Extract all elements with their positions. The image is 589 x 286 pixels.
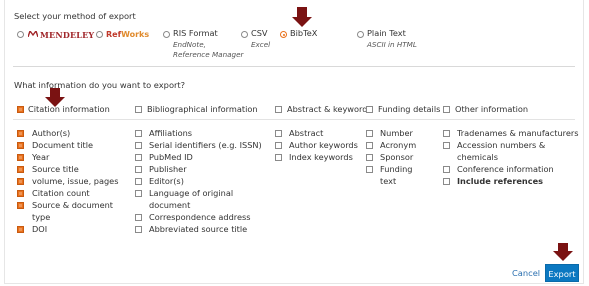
annotation-arrow-export-head	[553, 251, 573, 261]
funding-details-checkbox[interactable]	[366, 106, 373, 113]
abstract-item[interactable]: Abstract	[289, 128, 323, 138]
abstract-keywords-label[interactable]: Abstract & keywords	[287, 104, 372, 114]
item-checkbox[interactable]	[17, 154, 24, 161]
item-checkbox[interactable]	[275, 142, 282, 149]
item-checkbox[interactable]	[17, 178, 24, 185]
bib-item[interactable]: Language of original	[149, 188, 233, 198]
ris-sub-1: EndNote,	[173, 40, 206, 49]
other-item[interactable]: Tradenames & manufacturers	[457, 128, 579, 138]
mendeley-logo-icon	[28, 31, 38, 37]
ris-sub-2: Reference Manager	[173, 50, 244, 59]
item-checkbox[interactable]	[135, 142, 142, 149]
citation-item[interactable]: Source & document	[32, 200, 113, 210]
funding-details-label[interactable]: Funding details	[378, 104, 440, 114]
cancel-button[interactable]: Cancel	[512, 268, 540, 278]
citation-item[interactable]: Document title	[32, 140, 93, 150]
other-item-cont: chemicals	[457, 152, 499, 162]
item-checkbox[interactable]	[135, 178, 142, 185]
export-button[interactable]: Export	[545, 264, 579, 282]
item-checkbox[interactable]	[17, 202, 24, 209]
item-checkbox[interactable]	[366, 166, 373, 173]
other-info-checkbox[interactable]	[443, 106, 450, 113]
plain-text-radio[interactable]	[357, 31, 364, 38]
group-divider	[13, 119, 575, 120]
bibliographical-info-checkbox[interactable]	[135, 106, 142, 113]
bib-item[interactable]: Publisher	[149, 164, 187, 174]
citation-item[interactable]: Source title	[32, 164, 79, 174]
other-item[interactable]: Conference information	[457, 164, 554, 174]
item-checkbox[interactable]	[17, 226, 24, 233]
item-checkbox[interactable]	[366, 142, 373, 149]
item-checkbox[interactable]	[135, 190, 142, 197]
other-info-label[interactable]: Other information	[455, 104, 528, 114]
info-heading: What information do you want to export?	[14, 80, 186, 90]
bib-item[interactable]: Editor(s)	[149, 176, 184, 186]
bib-item[interactable]: PubMed ID	[149, 152, 193, 162]
include-references-label[interactable]: Include references	[457, 176, 543, 186]
method-heading: Select your method of export	[14, 11, 136, 21]
item-checkbox[interactable]	[135, 166, 142, 173]
bibliographical-info-label[interactable]: Bibliographical information	[147, 104, 258, 114]
divider	[13, 66, 575, 67]
item-checkbox[interactable]	[135, 154, 142, 161]
citation-item[interactable]: DOI	[32, 224, 47, 234]
citation-item[interactable]: Year	[32, 152, 49, 162]
citation-item[interactable]: volume, issue, pages	[32, 176, 119, 186]
item-checkbox[interactable]	[135, 130, 142, 137]
funding-item-cont: text	[380, 176, 397, 186]
item-checkbox[interactable]	[443, 142, 450, 149]
item-checkbox[interactable]	[17, 142, 24, 149]
funding-item[interactable]: Acronym	[380, 140, 416, 150]
citation-item[interactable]: Citation count	[32, 188, 90, 198]
csv-label[interactable]: CSV	[251, 28, 268, 38]
item-checkbox[interactable]	[275, 130, 282, 137]
citation-item-cont: type	[32, 212, 51, 222]
item-checkbox[interactable]	[366, 130, 373, 137]
other-item[interactable]: Accession numbers &	[457, 140, 545, 150]
mendeley-label[interactable]: MENDELEY	[40, 30, 94, 40]
abstract-item[interactable]: Index keywords	[289, 152, 353, 162]
bib-item[interactable]: Affiliations	[149, 128, 192, 138]
annotation-arrow-bibtex-head	[292, 17, 312, 27]
bib-item[interactable]: Correspondence address	[149, 212, 251, 222]
bibtex-label[interactable]: BibTeX	[290, 28, 317, 38]
ris-label[interactable]: RIS Format	[173, 28, 218, 38]
ris-radio[interactable]	[163, 31, 170, 38]
item-checkbox[interactable]	[17, 166, 24, 173]
mendeley-radio[interactable]	[17, 31, 24, 38]
item-checkbox[interactable]	[443, 166, 450, 173]
funding-item[interactable]: Number	[380, 128, 413, 138]
item-checkbox[interactable]	[17, 130, 24, 137]
plain-text-label[interactable]: Plain Text	[367, 28, 406, 38]
bib-item[interactable]: Serial identifiers (e.g. ISSN)	[149, 140, 262, 150]
citation-info-checkbox[interactable]	[17, 106, 24, 113]
csv-sub: Excel	[251, 40, 271, 49]
csv-radio[interactable]	[241, 31, 248, 38]
plain-text-sub: ASCII in HTML	[367, 40, 417, 49]
item-checkbox[interactable]	[443, 130, 450, 137]
item-checkbox[interactable]	[275, 154, 282, 161]
item-checkbox[interactable]	[366, 154, 373, 161]
refworks-label[interactable]: RefWorks	[106, 30, 149, 39]
citation-item[interactable]: Author(s)	[32, 128, 70, 138]
funding-item[interactable]: Funding	[380, 164, 413, 174]
refworks-radio[interactable]	[96, 31, 103, 38]
citation-info-label[interactable]: Citation information	[28, 104, 110, 114]
item-checkbox[interactable]	[17, 190, 24, 197]
abstract-keywords-checkbox[interactable]	[275, 106, 282, 113]
item-checkbox[interactable]	[443, 178, 450, 185]
funding-item[interactable]: Sponsor	[380, 152, 413, 162]
item-checkbox[interactable]	[135, 226, 142, 233]
bib-item-cont: document	[149, 200, 191, 210]
bib-item[interactable]: Abbreviated source title	[149, 224, 247, 234]
item-checkbox[interactable]	[135, 214, 142, 221]
abstract-item[interactable]: Author keywords	[289, 140, 358, 150]
bibtex-radio[interactable]	[280, 31, 287, 38]
